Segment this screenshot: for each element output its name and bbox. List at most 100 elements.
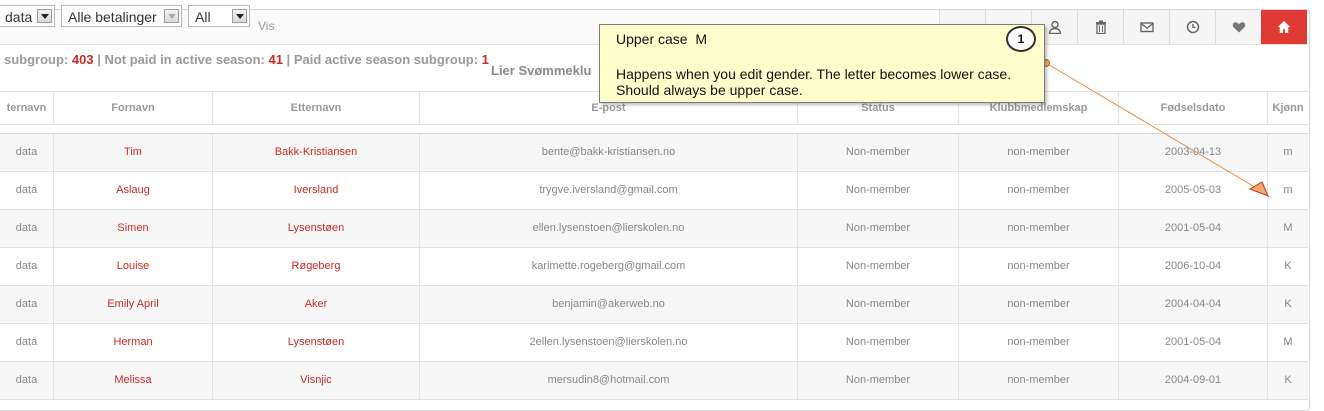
cell-kjonn: M [1283,336,1293,348]
annotation-number-badge: 1 [1006,26,1036,52]
cell-fodselsdato: 2006-10-04 [1119,248,1268,285]
cell-epost: mersudin8@hotmail.com [420,362,798,399]
club-name: Lier Svømmeklu [491,63,592,78]
home-button[interactable] [1261,10,1307,44]
cell-fodselsdato: 2004-04-04 [1119,286,1268,323]
cell-klubbmedlemskap: non-member [959,210,1119,247]
envelope-icon [1139,22,1154,33]
clock-icon [1186,20,1199,34]
cell-klubbmedlemskap: non-member [959,362,1119,399]
history-button[interactable] [1169,10,1215,44]
cell-partial: data [0,286,54,323]
cell-fornavn[interactable]: Louise [54,248,213,285]
stats-separator: | [282,52,294,67]
cell-fodselsdato: 2005-05-03 [1119,172,1268,209]
stats-value-subgroup: 403 [71,52,94,67]
chevron-down-icon [37,9,52,23]
cell-kjonn: m [1283,184,1293,196]
filter-select-data-value: data [5,9,33,25]
cell-etternavn[interactable]: Lysenstøen [213,210,420,247]
stats-label-not-paid: Not paid in active season: [104,52,265,67]
cell-fornavn[interactable]: Tim [54,134,213,171]
season-select-value: All [195,9,211,25]
home-icon [1277,21,1291,33]
cell-partial: data [0,134,54,171]
cell-status: Non-member [798,362,959,399]
cell-status: Non-member [798,134,959,171]
cell-status: Non-member [798,210,959,247]
stats-label-paid: Paid active season subgroup: [293,52,479,67]
cell-etternavn[interactable]: Visnjic [213,362,420,399]
stats-value-not-paid: 41 [268,52,283,67]
table-body: data Tim Bakk-Kristiansen bente@bakk-kristi… [0,133,1308,400]
payment-filter-value: Alle betalinger [68,9,157,25]
stats-value-paid: 1 [481,52,489,67]
cell-fornavn[interactable]: Herman [54,324,213,361]
table-row[interactable]: data Melissa Visnjic mersudin8@hotmail.com N… [0,362,1308,400]
cell-fodselsdato: 2004-09-01 [1119,362,1268,399]
table-row[interactable]: data Simen Lysenstøen ellen.lysenstoen@lier… [0,210,1308,248]
cell-fornavn[interactable]: Simen [54,210,213,247]
column-header-etternavn[interactable]: Etternavn [213,92,420,124]
cell-klubbmedlemskap: non-member [959,324,1119,361]
cell-etternavn[interactable]: Bakk-Kristiansen [213,134,420,171]
cell-etternavn[interactable]: Røgeberg [213,248,420,285]
cell-epost: 2ellen.lysenstoen@lierskolen.no [420,324,798,361]
column-header-fodselsdato[interactable]: Fødselsdato [1119,92,1268,124]
cell-klubbmedlemskap: non-member [959,134,1119,171]
column-header-kjonn[interactable]: Kjønn [1268,92,1308,124]
season-select[interactable]: All [188,5,250,27]
cell-epost: trygve.iversland@gmail.com [420,172,798,209]
annotation-title: Upper case M [616,31,708,47]
member-stats: subgroup: 403 | Not paid in active seaso… [4,52,489,67]
cell-partial: data [0,324,54,361]
annotation-body: Happens when you edit gender. The letter… [616,66,1011,98]
table-row[interactable]: data Louise Røgeberg karimette.rogeberg@gma… [0,248,1308,286]
cell-partial: data [0,362,54,399]
stats-separator: | [93,52,105,67]
user-icon [1048,20,1061,34]
column-header-etternavn-partial[interactable]: ternavn [0,92,54,124]
cell-etternavn[interactable]: Iversland [213,172,420,209]
cell-kjonn: K [1284,374,1292,386]
heart-icon [1232,22,1245,33]
email-button[interactable] [1123,10,1169,44]
annotation-callout: Upper case M Happens when you edit gende… [599,24,1045,103]
cell-etternavn[interactable]: Aker [213,286,420,323]
cell-epost: bente@bakk-kristiansen.no [420,134,798,171]
cell-status: Non-member [798,172,959,209]
cell-fornavn[interactable]: Melissa [54,362,213,399]
cell-klubbmedlemskap: non-member [959,172,1119,209]
cell-partial: data [0,210,54,247]
chevron-down-icon [164,9,179,23]
cell-fornavn[interactable]: Aslaug [54,172,213,209]
favorite-button[interactable] [1215,10,1261,44]
cell-etternavn[interactable]: Lysenstøen [213,324,420,361]
vis-link[interactable]: Vis [258,19,274,33]
cell-epost: ellen.lysenstoen@lierskolen.no [420,210,798,247]
delete-button[interactable] [1077,10,1123,44]
cell-kjonn: m [1283,146,1293,158]
annotation-line-2: Should always be upper case. [616,82,803,98]
table-row[interactable]: data Aslaug Iversland trygve.iversland@gmai… [0,172,1308,210]
column-header-fornavn[interactable]: Fornavn [54,92,213,124]
cell-epost: benjamin@akerweb.no [420,286,798,323]
annotation-line-1: Happens when you edit gender. The letter… [616,66,1012,82]
cell-kjonn: M [1283,222,1293,234]
filter-select-data[interactable]: data [0,5,55,27]
cell-status: Non-member [798,248,959,285]
cell-status: Non-member [798,324,959,361]
stats-label-subgroup: subgroup: [4,52,69,67]
table-row[interactable]: data Tim Bakk-Kristiansen bente@bakk-kristi… [0,134,1308,172]
table-row[interactable]: data Herman Lysenstøen 2ellen.lysenstoen@li… [0,324,1308,362]
cell-fodselsdato: 2003-04-13 [1119,134,1268,171]
trash-icon [1095,20,1106,34]
cell-epost: karimette.rogeberg@gmail.com [420,248,798,285]
cell-fodselsdato: 2001-05-04 [1119,324,1268,361]
cell-kjonn: K [1284,298,1292,310]
cell-partial: data [0,248,54,285]
table-row[interactable]: data Emily April Aker benjamin@akerweb.no No… [0,286,1308,324]
chevron-down-icon [232,9,247,23]
payment-filter-select[interactable]: Alle betalinger [61,5,182,27]
cell-fornavn[interactable]: Emily April [54,286,213,323]
